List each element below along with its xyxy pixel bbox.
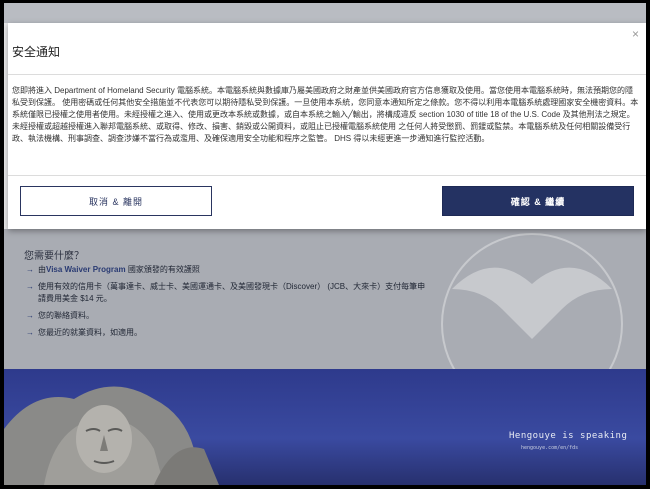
dialog-footer: 取消 & 離開 確認 & 繼續: [8, 175, 646, 229]
close-icon[interactable]: ×: [632, 28, 639, 40]
security-notice-dialog: 安全通知 × 您即將進入 Department of Homeland Secu…: [8, 23, 646, 229]
page-header-strip: [4, 3, 646, 23]
rushmore-illustration: [4, 386, 219, 485]
watermark-tagline: Hengouye is speaking: [509, 431, 628, 441]
arrow-icon: →: [26, 265, 34, 274]
list-item: → 您最近的就業資料，如適用。: [26, 328, 142, 337]
cancel-exit-button[interactable]: 取消 & 離開: [20, 186, 212, 216]
dialog-header: 安全通知 ×: [8, 23, 646, 75]
browser-viewport: 您需要什麼？ → 由Visa Waiver Program 國家頒發的有效護照 …: [4, 3, 646, 485]
arrow-icon: →: [26, 282, 34, 291]
watermark-subtext: hengouye.com/en/fds: [521, 445, 579, 451]
arrow-icon: →: [26, 328, 34, 337]
arrow-icon: →: [26, 311, 34, 320]
mount-rushmore-image: [4, 369, 646, 485]
requirements-title: 您需要什麼？: [24, 251, 84, 262]
dialog-body-text: 您即將進入 Department of Homeland Security 電腦…: [12, 86, 639, 143]
eagle-seal-icon: [441, 233, 623, 369]
requirements-list: → 由Visa Waiver Program 國家頒發的有效護照 → 使用有效的…: [26, 264, 426, 344]
list-item: → 您的聯絡資料。: [26, 311, 94, 320]
list-item: → 由Visa Waiver Program 國家頒發的有效護照: [26, 265, 200, 274]
visa-waiver-program-link[interactable]: Visa Waiver Program: [46, 265, 126, 274]
list-item: → 使用有效的信用卡（萬事達卡、威士卡、美國運通卡、及美國發現卡（Discove…: [26, 282, 426, 303]
dialog-title: 安全通知: [12, 45, 61, 59]
confirm-continue-button[interactable]: 確認 & 繼續: [442, 186, 634, 216]
